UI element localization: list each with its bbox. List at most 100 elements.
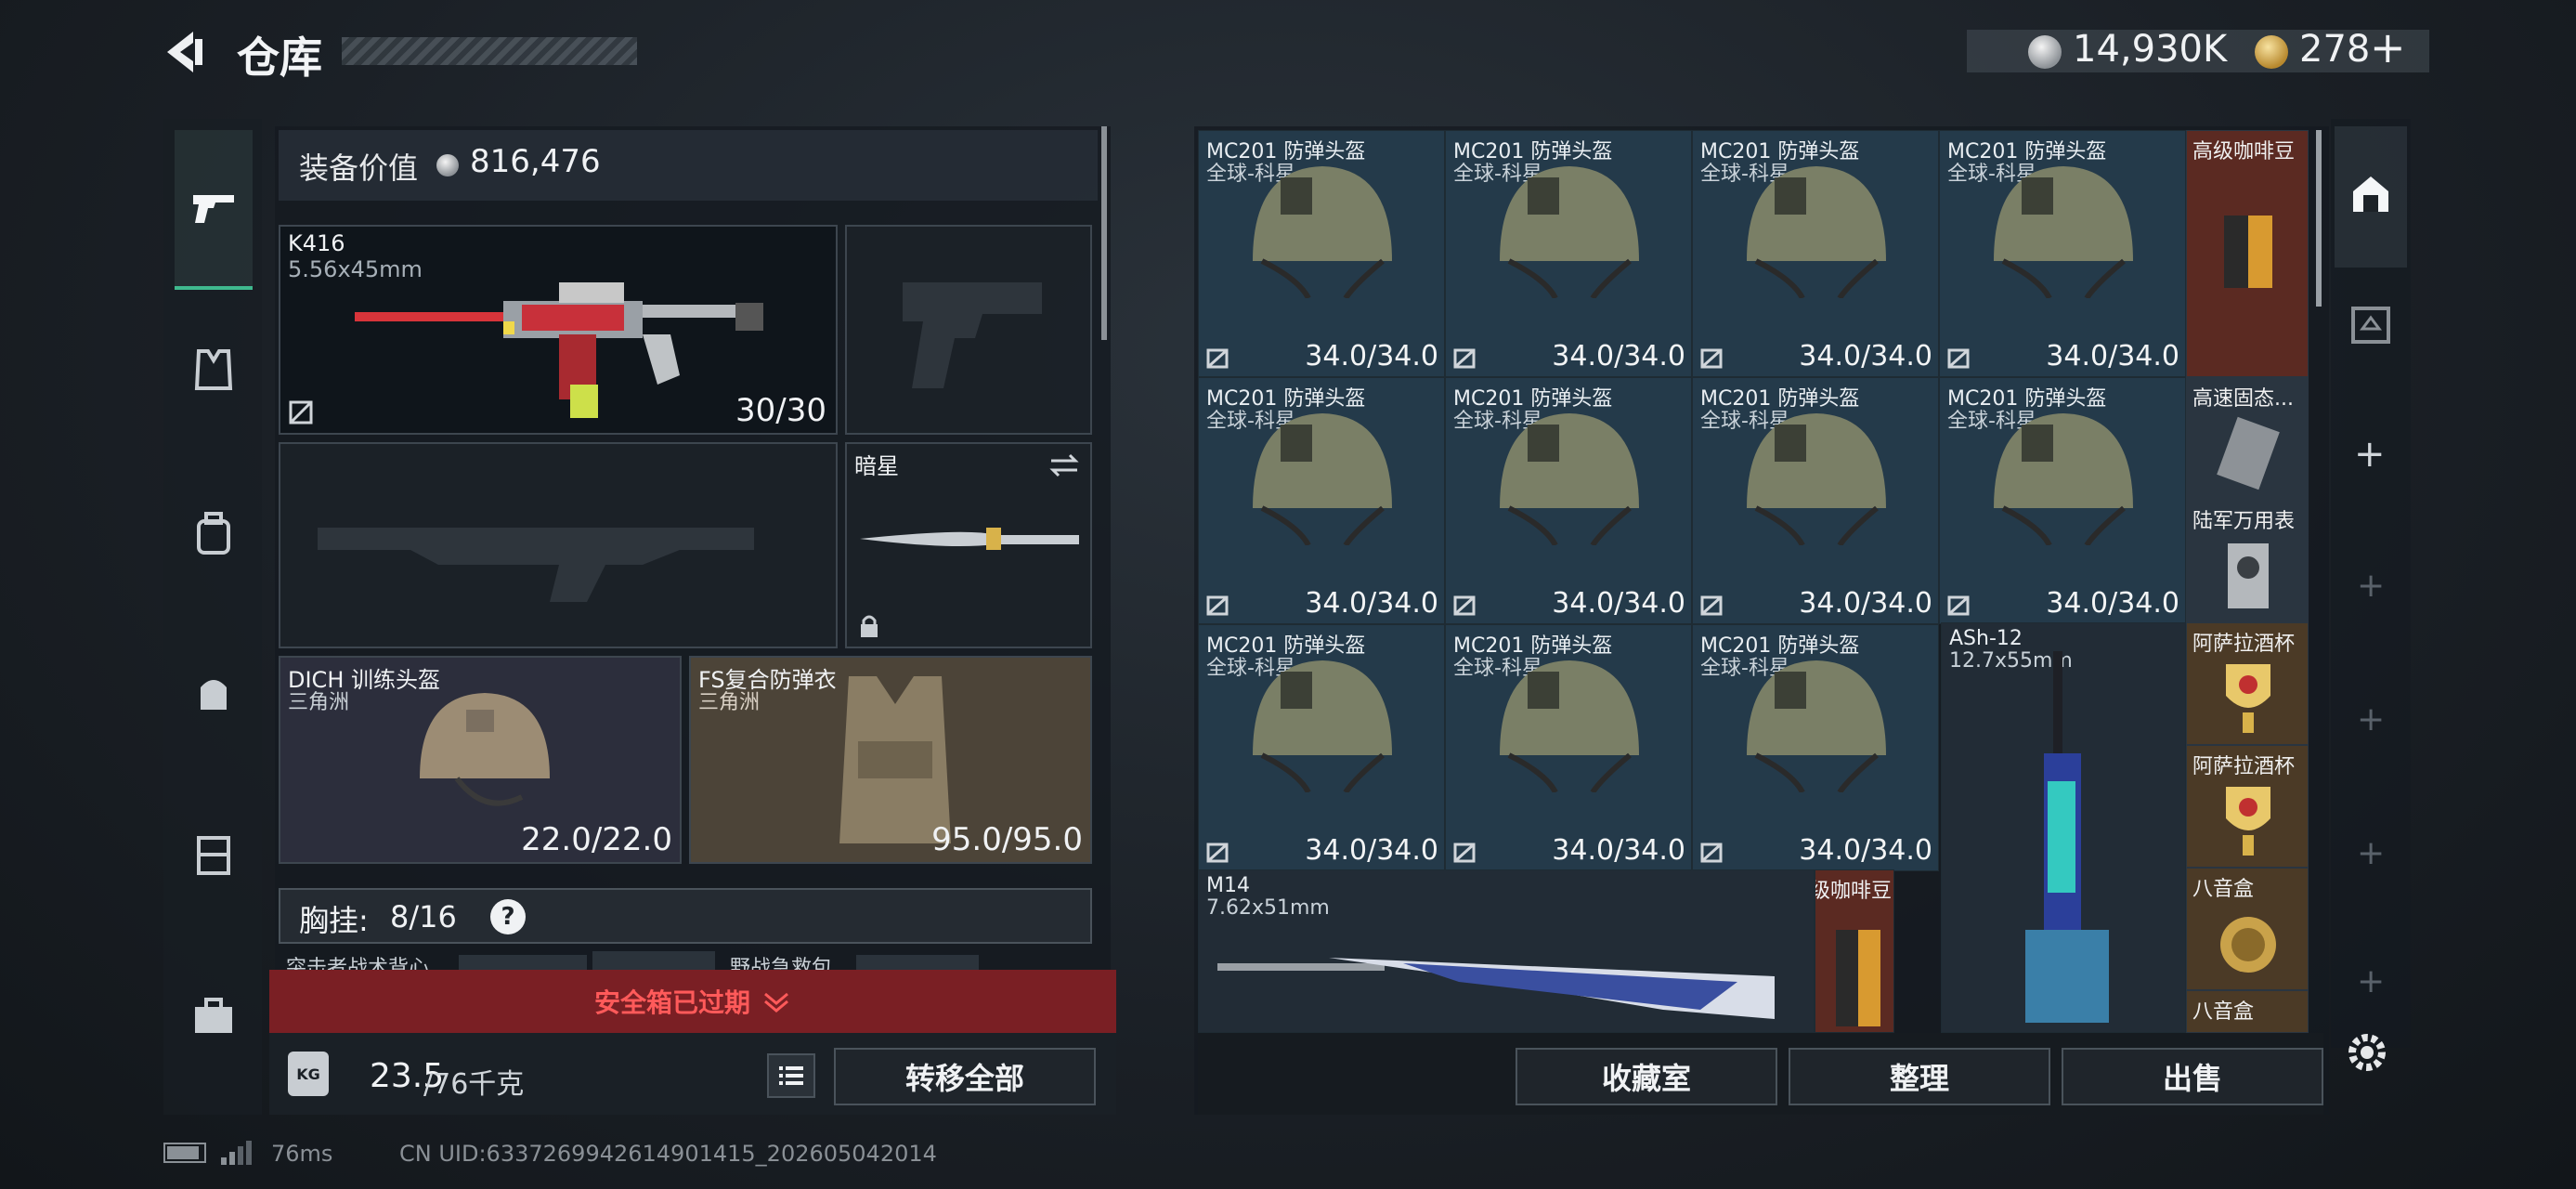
stash-scrollbar[interactable] — [2316, 130, 2322, 307]
stash-side-item[interactable]: 阿萨拉酒杯 — [2186, 745, 2309, 868]
no-repair-icon — [1206, 843, 1229, 863]
multimeter-icon — [2228, 543, 2269, 608]
secondary-rifle-slot[interactable] — [279, 442, 838, 648]
no-repair-icon — [1700, 595, 1723, 616]
secondary-weapon-slot[interactable] — [845, 225, 1092, 435]
stash-side-item[interactable]: 陆军万用表 — [2186, 500, 2309, 622]
item-caliber: 7.62x51mm — [1206, 896, 1330, 920]
stash-item-helmet[interactable]: MC201 防弹头盔 全球-科星 34.0/34.0 — [1445, 377, 1692, 624]
item-name: 阿萨拉酒杯 — [2192, 633, 2296, 656]
transfer-all-button[interactable]: 转移全部 — [834, 1048, 1096, 1105]
silver-coin-icon — [436, 154, 459, 176]
stash-side-item[interactable]: 高级咖啡豆 — [2186, 130, 2309, 377]
nav-case-tab[interactable] — [176, 979, 251, 1053]
helmet-dich-icon — [420, 693, 550, 806]
goblet-icon — [2226, 664, 2270, 733]
no-repair-icon — [1453, 595, 1476, 616]
helmet-mc201-icon — [1747, 413, 1886, 545]
nav-pouch-tab[interactable] — [176, 656, 251, 730]
helmet-mc201-icon — [1500, 166, 1639, 298]
helmet-mc201-icon — [1500, 413, 1639, 545]
item-durability: 34.0/34.0 — [1552, 834, 1685, 867]
stash-side-item[interactable]: 高速固态... — [2186, 377, 2309, 500]
ssd-icon — [2217, 416, 2280, 490]
nav-weapons-tab[interactable] — [175, 130, 253, 290]
stash-item-helmet[interactable]: MC201 防弹头盔 全球-科星 34.0/34.0 — [1198, 130, 1445, 377]
ping-text: 76ms — [271, 1141, 333, 1167]
armor-slot[interactable]: FS复合防弹衣 三角洲 95.0/95.0 — [689, 656, 1092, 864]
no-repair-icon — [1453, 843, 1476, 863]
pistol-placeholder-icon — [903, 282, 1042, 388]
loadout-scrollbar[interactable] — [1101, 126, 1107, 340]
item-name: 陆军万用表 — [2192, 510, 2296, 533]
signal-icon — [221, 1141, 252, 1165]
no-repair-icon — [1700, 348, 1723, 369]
helmet-mc201-icon — [1253, 413, 1392, 545]
stash-item-ash12[interactable]: ASh-12 12.7x55mm — [1941, 622, 2186, 1033]
collection-room-button[interactable]: 收藏室 — [1516, 1048, 1777, 1105]
stash-item-helmet[interactable]: MC201 防弹头盔 全球-科星 34.0/34.0 — [1939, 377, 2186, 624]
no-repair-icon — [1947, 595, 1970, 616]
stash-item-helmet[interactable]: MC201 防弹头盔 全球-科星 34.0/34.0 — [1198, 377, 1445, 624]
item-name: 高级咖啡豆 — [1815, 880, 1892, 903]
briefcase-icon — [195, 998, 232, 1033]
stash-side-item[interactable]: 阿萨拉酒杯 — [2186, 622, 2309, 745]
sort-button[interactable]: 整理 — [1789, 1048, 2050, 1105]
stash-tab-main[interactable] — [2335, 126, 2407, 268]
add-gold-button[interactable]: + — [2370, 22, 2406, 72]
help-icon[interactable]: ? — [490, 899, 526, 934]
chevron-down-icon — [764, 992, 788, 1013]
sell-button[interactable]: 出售 — [2062, 1048, 2323, 1105]
stash-item-helmet[interactable]: MC201 防弹头盔 全球-科星 34.0/34.0 — [1692, 130, 1939, 377]
helmet-slot[interactable]: DICH 训练头盔 三角洲 22.0/22.0 — [279, 656, 682, 864]
stash-tab-2[interactable] — [2335, 275, 2407, 377]
nav-backpack-tab[interactable] — [176, 496, 251, 570]
item-name: 八音盒 — [2192, 1000, 2255, 1024]
kg-icon-text: KG — [296, 1065, 320, 1083]
gold-amount: 278 — [2299, 28, 2371, 71]
back-button[interactable] — [160, 26, 208, 78]
stash-item-m14[interactable]: M14 7.62x51mm — [1198, 869, 1815, 1033]
list-view-button[interactable] — [767, 1053, 815, 1098]
armor-map: 三角洲 — [698, 691, 761, 714]
pistol-icon — [193, 195, 234, 223]
settings-gear-icon[interactable] — [2344, 1029, 2390, 1076]
helmet-mc201-icon — [1747, 660, 1886, 792]
primary-weapon-slot[interactable]: K416 5.56x45mm 30/30 — [279, 225, 838, 435]
item-durability: 34.0/34.0 — [1305, 587, 1438, 620]
add-tab-button[interactable]: + — [2357, 834, 2385, 872]
stash-item-coffee[interactable]: 高级咖啡豆 — [1815, 869, 1894, 1033]
item-durability: 34.0/34.0 — [1552, 587, 1685, 620]
stash-item-helmet[interactable]: MC201 防弹头盔 全球-科星 34.0/34.0 — [1692, 624, 1939, 871]
chest-rig-count: 8/16 — [390, 899, 457, 934]
stash-item-helmet[interactable]: MC201 防弹头盔 全球-科星 34.0/34.0 — [1692, 377, 1939, 624]
stash-item-helmet[interactable]: MC201 防弹头盔 全球-科星 34.0/34.0 — [1445, 624, 1692, 871]
stash-side-item[interactable]: 八音盒 — [2186, 990, 2309, 1033]
swap-icon[interactable] — [1047, 451, 1081, 479]
lock-icon — [861, 615, 878, 637]
helmet-mc201-icon — [1994, 413, 2133, 545]
melee-slot[interactable]: 暗星 — [845, 442, 1092, 648]
nav-armor-tab[interactable] — [176, 333, 251, 407]
helmet-mc201-icon — [1500, 660, 1639, 792]
backpack-icon — [197, 512, 230, 555]
add-tab-button[interactable]: + — [2357, 700, 2385, 738]
item-durability: 34.0/34.0 — [1799, 834, 1932, 867]
helmet-mc201-icon — [1747, 166, 1886, 298]
item-name: M14 — [1206, 874, 1250, 897]
kg-icon: KG — [288, 1052, 329, 1096]
nav-container-tab[interactable] — [176, 817, 251, 892]
rifle-placeholder-icon — [318, 528, 754, 602]
safe-box-expired-bar[interactable]: 安全箱已过期 — [269, 970, 1116, 1033]
add-tab-button[interactable]: + — [2357, 962, 2385, 1000]
stash-item-helmet[interactable]: MC201 防弹头盔 全球-科星 34.0/34.0 — [1198, 624, 1445, 871]
item-durability: 34.0/34.0 — [1305, 340, 1438, 372]
sell-label: 出售 — [2162, 1061, 2222, 1096]
add-tab-button[interactable]: + — [2357, 567, 2385, 605]
stash-item-helmet[interactable]: MC201 防弹头盔 全球-科星 34.0/34.0 — [1939, 130, 2186, 377]
stash-item-helmet[interactable]: MC201 防弹头盔 全球-科星 34.0/34.0 — [1445, 130, 1692, 377]
stash-side-item[interactable]: 八音盒 — [2186, 868, 2309, 990]
goblet-icon — [2226, 787, 2270, 856]
add-tab-button[interactable]: + — [2354, 433, 2386, 476]
back-arrow-icon — [167, 32, 202, 72]
